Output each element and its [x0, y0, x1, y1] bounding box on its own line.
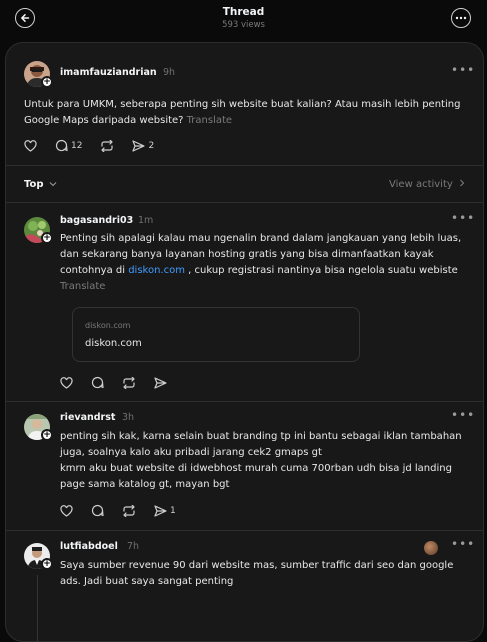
reply-actions [60, 376, 185, 389]
top-bar: Thread 593 views [0, 0, 487, 40]
more-icon[interactable]: ••• [451, 537, 475, 551]
heart-icon [60, 504, 73, 517]
follow-plus-icon[interactable]: + [41, 558, 53, 570]
reply-count: 12 [71, 140, 83, 151]
share-count: 2 [148, 140, 155, 151]
link-preview-card[interactable]: diskon.com diskon.com [72, 307, 360, 362]
username[interactable]: rievandrst [60, 412, 115, 423]
follow-plus-icon[interactable]: + [41, 76, 53, 88]
chevron-right-icon [460, 179, 465, 187]
view-activity-label: View activity [389, 179, 453, 190]
repost-icon [123, 376, 135, 389]
like-button[interactable] [60, 504, 73, 517]
reply-line: kmrn aku buat website di idwebhost murah… [60, 463, 452, 490]
translate-link[interactable]: Translate [60, 281, 105, 292]
follow-plus-icon[interactable]: + [41, 232, 53, 244]
post-time: 1m [138, 215, 154, 226]
post-time: 9h [163, 67, 176, 78]
username[interactable]: imamfauziandrian [60, 67, 157, 78]
repost-icon [123, 504, 135, 517]
like-button[interactable] [24, 139, 37, 152]
repost-icon [101, 139, 114, 152]
like-button[interactable] [60, 376, 73, 389]
post-actions: 12 2 [24, 139, 172, 152]
username[interactable]: lutfiabdoel [60, 541, 118, 552]
reply-line: penting sih kak, karna selain buat brand… [60, 431, 462, 458]
thread-line [37, 575, 38, 641]
reply-button[interactable] [91, 376, 104, 389]
username[interactable]: bagasandri03 [60, 215, 133, 226]
reply-text: Penting sih apalagi kalau mau ngenalin b… [60, 231, 465, 295]
more-icon[interactable]: ••• [451, 63, 475, 77]
reply-item: + rievandrst 3h ••• penting sih kak, kar… [6, 402, 483, 532]
share-icon [132, 139, 146, 152]
heart-icon [24, 139, 37, 152]
repost-button[interactable] [100, 139, 114, 152]
reply-item: + bagasandri03 1m ••• Penting sih apalag… [6, 203, 483, 403]
follow-plus-icon[interactable]: + [41, 429, 53, 441]
reply-author-avatar[interactable] [424, 541, 438, 555]
share-button[interactable] [154, 376, 167, 389]
inline-link[interactable]: diskon.com [128, 265, 185, 276]
share-button[interactable]: 1 [154, 504, 176, 517]
share-button[interactable]: 2 [132, 139, 155, 152]
reply-button[interactable] [91, 504, 104, 517]
sort-dropdown[interactable]: Top [24, 179, 57, 190]
page-title: Thread [222, 6, 265, 18]
sort-label: Top [24, 179, 44, 190]
more-icon[interactable]: ••• [451, 211, 475, 225]
thread-panel: + imamfauziandrian 9h ••• Untuk para UMK… [5, 42, 484, 642]
post-time: 7h [127, 541, 140, 552]
repost-button[interactable] [122, 376, 136, 389]
reply-text: Saya sumber revenue 90 dari website mas,… [60, 558, 465, 590]
comment-icon [55, 139, 68, 152]
reply-item: + lutfiabdoel 7h ••• Saya sumber revenue… [6, 531, 483, 641]
share-icon [154, 504, 167, 517]
view-activity-link[interactable]: View activity [389, 179, 465, 190]
share-icon [154, 376, 167, 389]
reply-body-end: , cukup registrasi nantinya bisa ngelola… [184, 265, 458, 276]
reply-actions: 1 [60, 504, 194, 517]
thread-more-button[interactable] [451, 8, 471, 28]
post-time: 3h [122, 412, 135, 423]
chevron-down-icon [49, 182, 57, 187]
post-body: Untuk para UMKM, seberapa penting sih we… [24, 99, 461, 126]
link-preview-domain: diskon.com [85, 321, 131, 330]
repost-button[interactable] [122, 504, 136, 517]
reply-button[interactable]: 12 [55, 139, 82, 152]
reply-text: penting sih kak, karna selain buat brand… [60, 429, 470, 493]
comment-icon [91, 504, 104, 517]
main-post: + imamfauziandrian 9h ••• Untuk para UMK… [6, 43, 483, 163]
post-text: Untuk para UMKM, seberapa penting sih we… [24, 97, 464, 129]
divider [6, 165, 483, 166]
more-icon[interactable]: ••• [451, 408, 475, 422]
translate-link[interactable]: Translate [187, 115, 232, 126]
share-count: 1 [170, 505, 176, 516]
reply-body: Saya sumber revenue 90 dari website mas,… [60, 560, 454, 587]
views-count: 593 views [222, 20, 265, 30]
comment-icon [91, 376, 104, 389]
link-preview-title: diskon.com [85, 338, 142, 349]
heart-icon [60, 376, 73, 389]
more-icon [455, 16, 467, 20]
